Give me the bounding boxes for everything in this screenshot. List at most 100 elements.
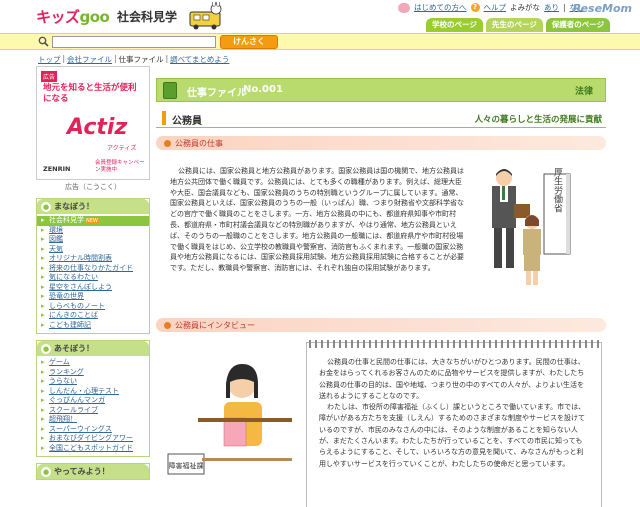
sidebar-item-kids-reporter[interactable]: こども建師記 (37, 321, 149, 331)
job-title-row: 公務員 人々の暮らしと生活の発展に貢献 (156, 108, 606, 128)
bullet-icon (164, 321, 171, 329)
search-button[interactable]: けんさく (220, 35, 278, 49)
nav-heading-try-label: やってみよう！ (54, 467, 110, 476)
job-tagline: 人々の暮らしと生活の発展に貢献 (474, 115, 602, 125)
nav-section-try: ● やってみよう！ (36, 463, 150, 480)
sidebar-item-super-wings[interactable]: スーパーウイングス (37, 425, 149, 435)
sidebar-item-timetable[interactable]: オリジナル時間割表 (37, 254, 149, 264)
new-badge: NEW (85, 218, 99, 224)
sidebar-item-field-trip[interactable]: 社会科見学NEW (37, 216, 149, 226)
section-heading-job-label: 公務員の仕事 (175, 138, 223, 148)
search-input[interactable] (52, 36, 216, 48)
search-icon (38, 36, 49, 47)
breadcrumb: トップ | 会社ファイル | 仕事ファイル | 調べてまとめよう (38, 54, 229, 65)
sidebar-item-weather[interactable]: 天気 (37, 245, 149, 255)
nav-section-play: ● あそぼう！ ゲーム ランキング うらない しんだん・心理テスト ぐっぴんんマ… (36, 340, 150, 457)
section-heading-job: 公務員の仕事 (156, 136, 606, 150)
breadcrumb-job-file: 仕事ファイル (118, 55, 164, 64)
nav-heading-play-label: あそぼう！ (54, 344, 94, 353)
leaf-icon: ● (41, 466, 51, 477)
breadcrumb-separator: | (114, 54, 117, 63)
breadcrumb-top[interactable]: トップ (38, 54, 61, 65)
beginner-icon (398, 2, 410, 13)
sidebar: 広告 地元を知ると生活が便利になる Actiz アクティズ ZENRIN 会員登… (36, 66, 150, 480)
ad-promo: 会員登録キャンペーン実施中 (95, 160, 145, 173)
nav-heading-play: ● あそぼう！ (37, 341, 149, 356)
sidebar-item-flight[interactable]: 超飛翔！ (37, 415, 149, 425)
office-sign-text: 厚生労働省 (552, 168, 563, 213)
file-number: No.001 (243, 84, 283, 95)
link-beginners[interactable]: はじめての方へ (414, 2, 467, 13)
ad-brand: Actiz (67, 115, 128, 140)
book-icon (163, 82, 177, 99)
breadcrumb-research[interactable]: 調べてまとめよう (170, 54, 229, 65)
site-title[interactable]: 社会科見学 (117, 8, 177, 25)
audience-tabs: 学校のページ 先生のページ 保護者のページ (426, 18, 611, 32)
breadcrumb-company-file[interactable]: 会社ファイル (67, 54, 112, 65)
title-accent-bar (162, 111, 166, 125)
watermark: ReseMom (572, 2, 632, 15)
interview-text: 公務員の仕事と民間の仕事には、大きなちがいがひとつあります。民間の仕事は、お金を… (319, 357, 589, 470)
tab-teacher[interactable]: 先生のページ (485, 18, 543, 32)
section-heading-interview: 公務員にインタビュー (156, 318, 606, 332)
sidebar-item-dinosaurs[interactable]: 恐竜の世界 (37, 292, 149, 302)
interview-notepad: 公務員の仕事と民間の仕事には、大きなちがいがひとつあります。民間の仕事は、お金を… (306, 340, 602, 507)
sidebar-item-notebook[interactable]: しらべものノート (37, 302, 149, 312)
notepad-rings (309, 340, 599, 348)
sidebar-item-questions[interactable]: 気になるわたい (37, 273, 149, 283)
sidebar-item-popular-words[interactable]: にんきのことば (37, 311, 149, 321)
sidebar-item-diving[interactable]: おまなびダイビングアワー (37, 434, 149, 444)
nav-list-play: ゲーム ランキング うらない しんだん・心理テスト ぐっぴんんマンガ スクールラ… (37, 356, 149, 456)
link-help[interactable]: ヘルプ (484, 2, 507, 13)
logo-goo-text: goo (79, 8, 110, 26)
interview-paragraph-2: わたしは、市役所の障害福祉（ふくし）課というところで働いています。市では、障がい… (319, 403, 586, 468)
sidebar-item-quiz[interactable]: しんだん・心理テスト (37, 387, 149, 397)
breadcrumb-separator: | (165, 54, 169, 63)
interview-paragraph-1: 公務員の仕事と民間の仕事には、大きなちがいがひとつあります。民間の仕事は、お金を… (319, 358, 585, 400)
sidebar-item-environment[interactable]: 環境 (37, 226, 149, 236)
nav-section-learn: ● まなぼう！ 社会科見学NEW 環境 図鑑 天気 オリジナル時間割表 将来の仕… (36, 198, 150, 334)
nav-list-learn: 社会科見学NEW 環境 図鑑 天気 オリジナル時間割表 将来の仕事なりかたガイド… (37, 214, 149, 333)
search-bar: けんさく (0, 33, 640, 50)
ad-caption: 広告（こうこく） (65, 183, 121, 191)
ad-maker: ZENRIN (43, 165, 71, 173)
job-file-banner: 仕事ファイル No.001 法律 (156, 78, 606, 102)
nav-heading-try: ● やってみよう！ (37, 464, 149, 479)
help-icon: ? (470, 3, 480, 12)
ad-tag: 広告 (41, 71, 58, 82)
section-heading-interview-label: 公務員にインタビュー (175, 320, 255, 330)
site-header: キッズgoo 社会科見学 はじめての方へ ? ヘルプ よみがな あり | なし … (0, 0, 640, 32)
site-logo[interactable]: キッズgoo (36, 6, 110, 27)
sidebar-item-manga[interactable]: ぐっぴんんマンガ (37, 396, 149, 406)
logo-kids-text: キッズ (36, 8, 80, 26)
yomigana-label: よみがな (510, 3, 540, 12)
sidebar-item-school-live[interactable]: スクールライブ (37, 406, 149, 416)
ad-brand-sub: アクティズ (107, 145, 137, 152)
leaf-icon: ● (41, 201, 51, 212)
bullet-icon (164, 139, 171, 147)
sidebar-item-fortune[interactable]: うらない (37, 377, 149, 387)
interview-sign-text: 障害福祉課 (169, 461, 204, 470)
sidebar-item-label: 社会科見学 (49, 216, 84, 224)
tab-parent[interactable]: 保護者のページ (545, 18, 611, 32)
yomigana-on[interactable]: あり (544, 2, 559, 13)
interviewee-illustration: 障害福祉課 (167, 364, 292, 475)
sidebar-item-encyclopedia[interactable]: 図鑑 (37, 235, 149, 245)
file-label: 仕事ファイル (187, 88, 247, 99)
sidebar-item-spot-guide[interactable]: 全国こどもスポットガイド (37, 444, 149, 454)
sidebar-item-stars[interactable]: 星空をさんぽしよう (37, 283, 149, 293)
nav-heading-learn: ● まなぼう！ (37, 199, 149, 214)
job-description: 公務員には、国家公務員と地方公務員があります。国家公務員は国の機関で、地方公務員… (170, 167, 465, 273)
sidebar-item-ranking[interactable]: ランキング (37, 368, 149, 378)
nav-heading-learn-label: まなぼう！ (54, 202, 94, 211)
sidebar-item-career-guide[interactable]: 将来の仕事なりかたガイド (37, 264, 149, 274)
top-links: はじめての方へ ? ヘルプ よみがな あり | なし (398, 2, 585, 13)
office-workers-illustration: 厚生労働省 (492, 168, 571, 285)
advertisement-banner[interactable]: 広告 地元を知ると生活が便利になる Actiz アクティズ ZENRIN 会員登… (36, 66, 150, 180)
leaf-icon: ● (41, 343, 51, 354)
ad-heading: 地元を知ると生活が便利になる (43, 83, 137, 104)
job-name: 公務員 (172, 116, 202, 127)
sidebar-item-games[interactable]: ゲーム (37, 358, 149, 368)
tab-school[interactable]: 学校のページ (426, 18, 483, 32)
mascot-bus-icon (189, 2, 222, 30)
